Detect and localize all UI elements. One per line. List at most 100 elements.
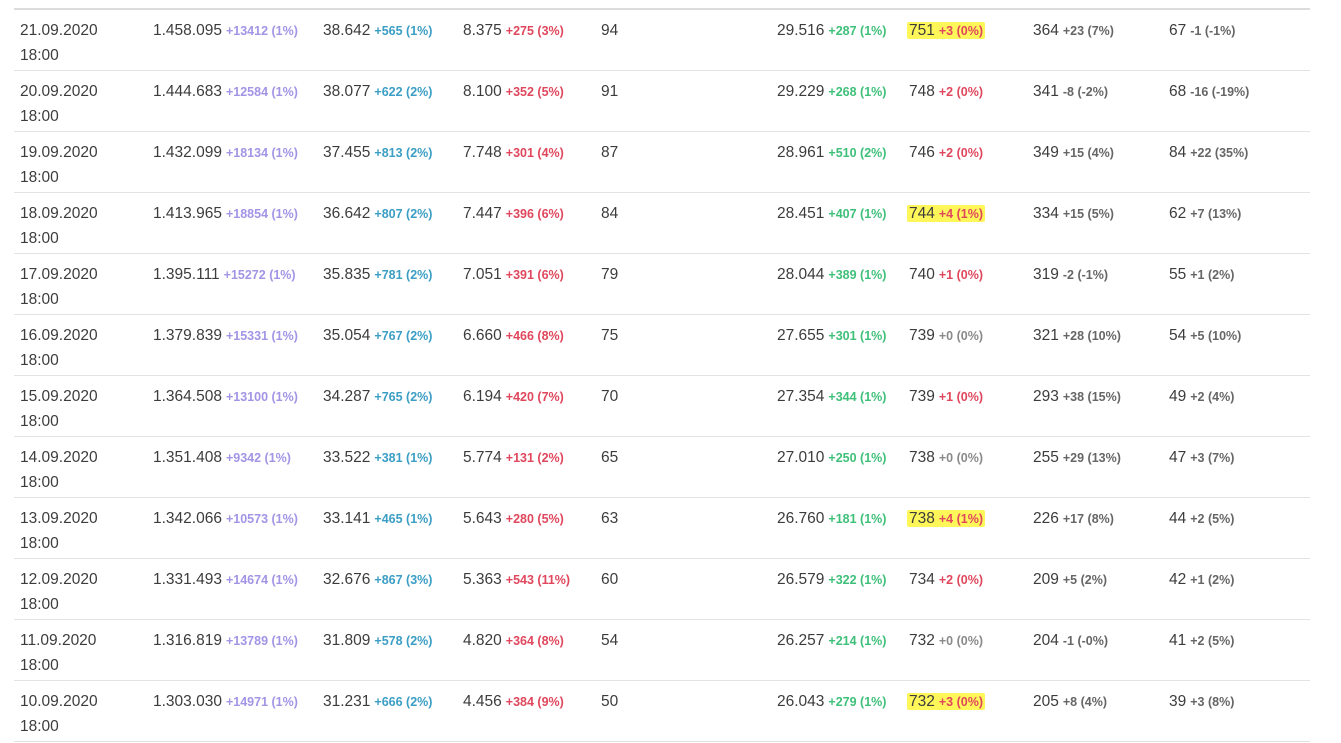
c1-cell: 1.342.066 +10573 (1%) bbox=[153, 506, 298, 532]
value-text: 7.447 bbox=[463, 205, 502, 222]
c4-cell: 84 bbox=[601, 201, 622, 226]
value-text: 65 bbox=[601, 449, 619, 466]
value-text: 35.835 bbox=[323, 266, 371, 283]
highlight-marker: 732 +3 (0%) bbox=[907, 693, 985, 710]
time-text: 18:00 bbox=[20, 718, 59, 735]
value-text: 205 bbox=[1033, 693, 1059, 710]
date-cell: 14.09.2020 18:00 bbox=[20, 445, 140, 495]
value-text: 37.455 bbox=[323, 144, 371, 161]
table-row: 10.09.2020 18:00 1.303.030 +14971 (1%) 31.23… bbox=[14, 681, 1310, 742]
value-text: 341 bbox=[1033, 83, 1059, 100]
c1-cell: 1.432.099 +18134 (1%) bbox=[153, 140, 298, 166]
c6-cell: 744 +4 (1%) bbox=[907, 201, 985, 227]
delta-text: +2 (0%) bbox=[938, 146, 983, 160]
table-row: 19.09.2020 18:00 1.432.099 +18134 (1%) 37.45… bbox=[14, 132, 1310, 193]
value-text: 5.774 bbox=[463, 449, 502, 466]
delta-text: +14971 (1%) bbox=[225, 695, 298, 709]
delta-text: +13100 (1%) bbox=[225, 390, 298, 404]
delta-text: +781 (2%) bbox=[374, 268, 433, 282]
c1-cell: 1.364.508 +13100 (1%) bbox=[153, 384, 298, 410]
c7-cell: 204 -1 (-0%) bbox=[1033, 628, 1108, 654]
c3-cell: 5.363 +543 (11%) bbox=[463, 567, 570, 593]
value-text: 54 bbox=[1169, 327, 1187, 344]
delta-text: +181 (1%) bbox=[828, 512, 887, 526]
time-text: 18:00 bbox=[20, 169, 59, 186]
value-text: 5.363 bbox=[463, 571, 502, 588]
c5-cell: 27.010 +250 (1%) bbox=[777, 445, 886, 471]
value-text: 364 bbox=[1033, 22, 1059, 39]
date-cell: 21.09.2020 18:00 bbox=[20, 18, 140, 68]
delta-text: +1 (2%) bbox=[1190, 573, 1235, 587]
value-text: 63 bbox=[601, 510, 619, 527]
c5-cell: 28.044 +389 (1%) bbox=[777, 262, 886, 288]
delta-text: +867 (3%) bbox=[374, 573, 433, 587]
c7-cell: 334 +15 (5%) bbox=[1033, 201, 1114, 227]
delta-text: +38 (15%) bbox=[1062, 390, 1121, 404]
highlight-marker: 751 +3 (0%) bbox=[907, 22, 985, 39]
c3-cell: 7.447 +396 (6%) bbox=[463, 201, 564, 227]
delta-text: +381 (1%) bbox=[374, 451, 433, 465]
value-text: 1.303.030 bbox=[153, 693, 222, 710]
c7-cell: 226 +17 (8%) bbox=[1033, 506, 1114, 532]
date-text: 19.09.2020 bbox=[20, 144, 98, 161]
value-text: 28.451 bbox=[777, 205, 825, 222]
value-text: 31.809 bbox=[323, 632, 371, 649]
c1-cell: 1.351.408 +9342 (1%) bbox=[153, 445, 291, 471]
delta-text: +391 (6%) bbox=[505, 268, 564, 282]
delta-text: -8 (-2%) bbox=[1062, 85, 1109, 99]
value-text: 734 bbox=[909, 571, 935, 588]
value-text: 1.364.508 bbox=[153, 388, 222, 405]
date-cell: 17.09.2020 18:00 bbox=[20, 262, 140, 312]
value-text: 226 bbox=[1033, 510, 1059, 527]
value-text: 739 bbox=[909, 388, 935, 405]
value-text: 44 bbox=[1169, 510, 1187, 527]
delta-text: +466 (8%) bbox=[505, 329, 564, 343]
c3-cell: 6.660 +466 (8%) bbox=[463, 323, 564, 349]
table-row: 12.09.2020 18:00 1.331.493 +14674 (1%) 32.67… bbox=[14, 559, 1310, 620]
delta-text: +301 (4%) bbox=[505, 146, 564, 160]
value-text: 50 bbox=[601, 693, 619, 710]
c2-cell: 36.642 +807 (2%) bbox=[323, 201, 432, 227]
c4-cell: 70 bbox=[601, 384, 622, 409]
c7-cell: 209 +5 (2%) bbox=[1033, 567, 1107, 593]
delta-text: +29 (13%) bbox=[1062, 451, 1121, 465]
delta-text: +28 (10%) bbox=[1062, 329, 1121, 343]
date-cell: 13.09.2020 18:00 bbox=[20, 506, 140, 556]
value-text: 255 bbox=[1033, 449, 1059, 466]
value-text: 75 bbox=[601, 327, 619, 344]
c7-cell: 341 -8 (-2%) bbox=[1033, 79, 1108, 105]
value-text: 79 bbox=[601, 266, 619, 283]
value-text: 91 bbox=[601, 83, 619, 100]
c2-cell: 31.809 +578 (2%) bbox=[323, 628, 432, 654]
c4-cell: 91 bbox=[601, 79, 622, 104]
c8-cell: 44 +2 (5%) bbox=[1169, 506, 1234, 532]
delta-text: +301 (1%) bbox=[828, 329, 887, 343]
delta-text: +275 (3%) bbox=[505, 24, 564, 38]
table-row: 13.09.2020 18:00 1.342.066 +10573 (1%) 33.14… bbox=[14, 498, 1310, 559]
time-text: 18:00 bbox=[20, 413, 59, 430]
delta-text: +15 (5%) bbox=[1062, 207, 1114, 221]
c5-cell: 26.760 +181 (1%) bbox=[777, 506, 886, 532]
value-text: 26.579 bbox=[777, 571, 825, 588]
delta-text: +22 (35%) bbox=[1190, 146, 1249, 160]
value-text: 26.043 bbox=[777, 693, 825, 710]
c1-cell: 1.379.839 +15331 (1%) bbox=[153, 323, 298, 349]
value-text: 746 bbox=[909, 144, 935, 161]
c6-cell: 739 +0 (0%) bbox=[909, 323, 983, 349]
delta-text: -16 (-19%) bbox=[1190, 85, 1250, 99]
value-text: 41 bbox=[1169, 632, 1187, 649]
delta-text: +8 (4%) bbox=[1062, 695, 1107, 709]
value-text: 32.676 bbox=[323, 571, 371, 588]
value-text: 334 bbox=[1033, 205, 1059, 222]
value-text: 1.342.066 bbox=[153, 510, 222, 527]
c7-cell: 364 +23 (7%) bbox=[1033, 18, 1114, 44]
value-text: 27.010 bbox=[777, 449, 825, 466]
value-text: 42 bbox=[1169, 571, 1187, 588]
value-text: 1.379.839 bbox=[153, 327, 222, 344]
delta-text: +807 (2%) bbox=[374, 207, 433, 221]
c4-cell: 60 bbox=[601, 567, 622, 592]
value-text: 1.458.095 bbox=[153, 22, 222, 39]
c5-cell: 26.257 +214 (1%) bbox=[777, 628, 886, 654]
value-text: 349 bbox=[1033, 144, 1059, 161]
table-row: 21.09.2020 18:00 1.458.095 +13412 (1%) 38.64… bbox=[14, 10, 1310, 71]
